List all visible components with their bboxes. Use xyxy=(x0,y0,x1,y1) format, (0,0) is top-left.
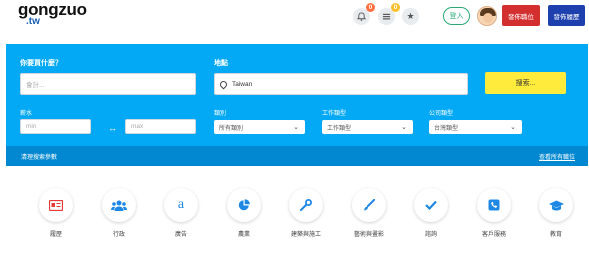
graduation-cap-icon xyxy=(539,188,573,222)
clear-search-link[interactable]: 清理搜索參數 xyxy=(21,152,57,161)
category-label: 諮詢 xyxy=(424,232,437,238)
search-button[interactable]: 搜索... xyxy=(485,72,566,94)
list-badge: 0 xyxy=(391,3,400,12)
login-button[interactable]: 登入 xyxy=(443,7,470,25)
users-icon xyxy=(102,188,136,222)
category-value: 所有類別 xyxy=(219,125,244,132)
category-item-agriculture[interactable]: 農業 xyxy=(224,188,264,238)
category-label: 藝術與畫影 xyxy=(353,232,384,238)
list-icon[interactable]: 0 xyxy=(378,3,400,25)
what-input[interactable]: 會計... xyxy=(20,73,196,95)
category-item-admin[interactable]: 行政 xyxy=(99,188,139,238)
paintbrush-icon xyxy=(352,188,386,222)
search-panel: 你要買什麼？ 會計... 地點 Taiwan 搜索... 薪水 min ↔ ma… xyxy=(6,44,588,166)
avatar-face xyxy=(483,13,493,23)
logo-sub-text: .tw xyxy=(26,16,40,27)
job-type-value: 工作類型 xyxy=(327,125,352,132)
category-item-advertising[interactable]: a 廣告 xyxy=(161,188,201,238)
category-label: 教育 xyxy=(549,232,562,238)
salary-max-input[interactable]: max xyxy=(125,119,196,134)
chevron-down-icon: ⌄ xyxy=(293,124,299,131)
wrench-icon xyxy=(289,188,323,222)
category-label: 廣告 xyxy=(174,232,187,238)
post-resume-button[interactable]: 發佈履歷 xyxy=(548,5,585,26)
category-item-education[interactable]: 教育 xyxy=(536,188,576,238)
location-pin-icon xyxy=(218,79,229,89)
post-job-button[interactable]: 發佈職位 xyxy=(502,5,540,26)
category-item-arts[interactable]: 藝術與畫影 xyxy=(349,188,389,238)
salary-label: 薪水 xyxy=(20,111,33,117)
where-input[interactable]: Taiwan xyxy=(214,73,468,95)
check-icon xyxy=(414,188,448,222)
category-select[interactable]: 所有類別 ⌄ xyxy=(214,120,305,134)
category-label: 農業 xyxy=(237,232,250,238)
logo[interactable]: gongzuo .tw xyxy=(18,1,87,27)
header: gongzuo .tw 0 0 ★ 登入 發佈職位 發佈履歷 xyxy=(0,0,589,40)
category-label: 類別 xyxy=(214,111,227,117)
amazon-icon: a xyxy=(164,188,198,222)
category-item-construction[interactable]: 建築與施工 xyxy=(286,188,326,238)
job-type-label: 工作類型 xyxy=(322,111,347,117)
category-item-resume[interactable]: 履歷 xyxy=(36,188,76,238)
company-type-value: 台灣類型 xyxy=(434,125,459,132)
id-card-icon xyxy=(39,188,73,222)
bell-badge: 0 xyxy=(366,3,375,12)
job-type-select[interactable]: 工作類型 ⌄ xyxy=(322,120,413,134)
bell-icon[interactable]: 0 xyxy=(353,3,375,25)
view-all-jobs-link[interactable]: 查看所有職位 xyxy=(539,152,575,161)
category-label: 建築與施工 xyxy=(290,232,321,238)
category-label: 行政 xyxy=(112,232,125,238)
search-panel-footer: 清理搜索參數 查看所有職位 xyxy=(6,146,588,166)
what-label: 你要買什麼？ xyxy=(20,60,62,67)
range-arrow-icon: ↔ xyxy=(108,123,117,133)
where-label: 地點 xyxy=(214,60,228,67)
category-label: 履歷 xyxy=(49,232,62,238)
company-type-label: 公司類型 xyxy=(429,111,454,117)
where-value: Taiwan xyxy=(232,80,253,88)
category-label: 客戶服務 xyxy=(481,232,506,238)
avatar[interactable] xyxy=(477,6,497,26)
salary-min-input[interactable]: min xyxy=(20,119,91,134)
chevron-down-icon: ⌄ xyxy=(401,124,407,131)
category-item-customer-service[interactable]: 客戶服務 xyxy=(474,188,514,238)
category-item-consulting[interactable]: 諮詢 xyxy=(411,188,451,238)
company-type-select[interactable]: 台灣類型 ⌄ xyxy=(429,120,522,134)
chevron-down-icon: ⌄ xyxy=(510,124,516,131)
phone-icon xyxy=(477,188,511,222)
pie-chart-icon xyxy=(227,188,261,222)
star-icon[interactable]: ★ xyxy=(402,8,419,25)
